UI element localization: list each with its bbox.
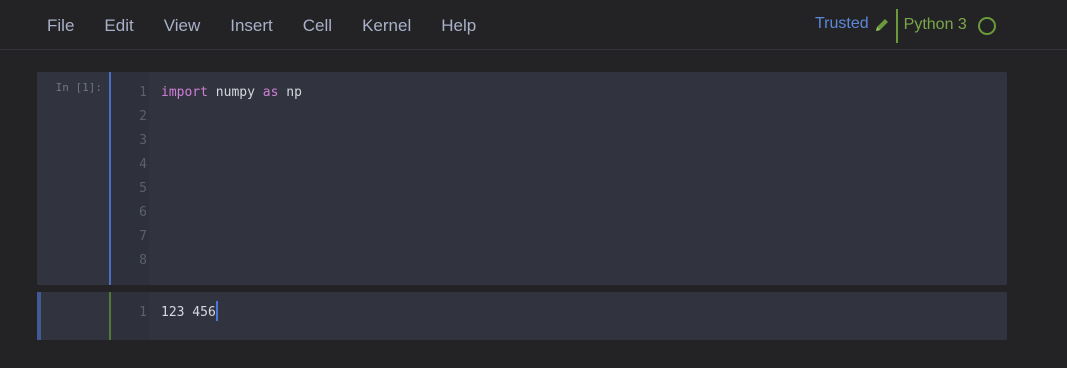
code-cell-2[interactable]: 1 123 456 [37,292,1007,340]
code-cell-1[interactable]: In [1]: 1 2 3 4 5 6 7 8 import numpy as … [37,72,1007,285]
menu-items: File Edit View Insert Cell Kernel Help [32,15,491,37]
idle-circle-icon [977,17,996,35]
kernel-separator [895,9,898,43]
pencil-icon[interactable] [874,17,890,33]
menu-help[interactable]: Help [426,15,491,37]
trusted-indicator[interactable]: Trusted [815,15,869,33]
code-editor[interactable]: import numpy as np [161,84,302,102]
menu-file[interactable]: File [32,15,89,37]
line-number: 1 [139,305,147,320]
line-number: 4 [139,157,147,172]
code-text: 123 456 [161,305,216,320]
kernel-name[interactable]: Python 3 [904,16,967,34]
line-number: 8 [139,253,147,268]
code-module: numpy [207,85,263,100]
keyword-as: as [262,85,279,100]
cell-prompt [37,292,109,340]
notebook-status: Trusted Python 3 [815,9,996,43]
menu-insert[interactable]: Insert [215,15,288,37]
line-number: 2 [139,109,147,124]
line-number: 3 [139,133,147,148]
menu-view[interactable]: View [149,15,216,37]
menu-kernel[interactable]: Kernel [347,15,426,37]
menubar: File Edit View Insert Cell Kernel Help T… [0,0,1067,50]
line-number: 5 [139,181,147,196]
line-number-gutter: 1 2 3 4 5 6 7 8 [109,72,149,285]
line-number: 6 [139,205,147,220]
line-numbers: 1 [111,304,147,328]
code-alias: np [278,85,302,100]
menu-cell[interactable]: Cell [288,15,347,37]
line-number: 1 [139,85,147,100]
keyword-import: import [161,85,208,100]
text-cursor [215,301,218,321]
code-editor[interactable]: 123 456 [161,301,218,322]
menu-edit[interactable]: Edit [89,15,148,37]
line-numbers: 1 2 3 4 5 6 7 8 [111,84,147,276]
line-number: 7 [139,229,147,244]
line-number-gutter: 1 [109,292,149,340]
cell-prompt: In [1]: [55,81,102,94]
